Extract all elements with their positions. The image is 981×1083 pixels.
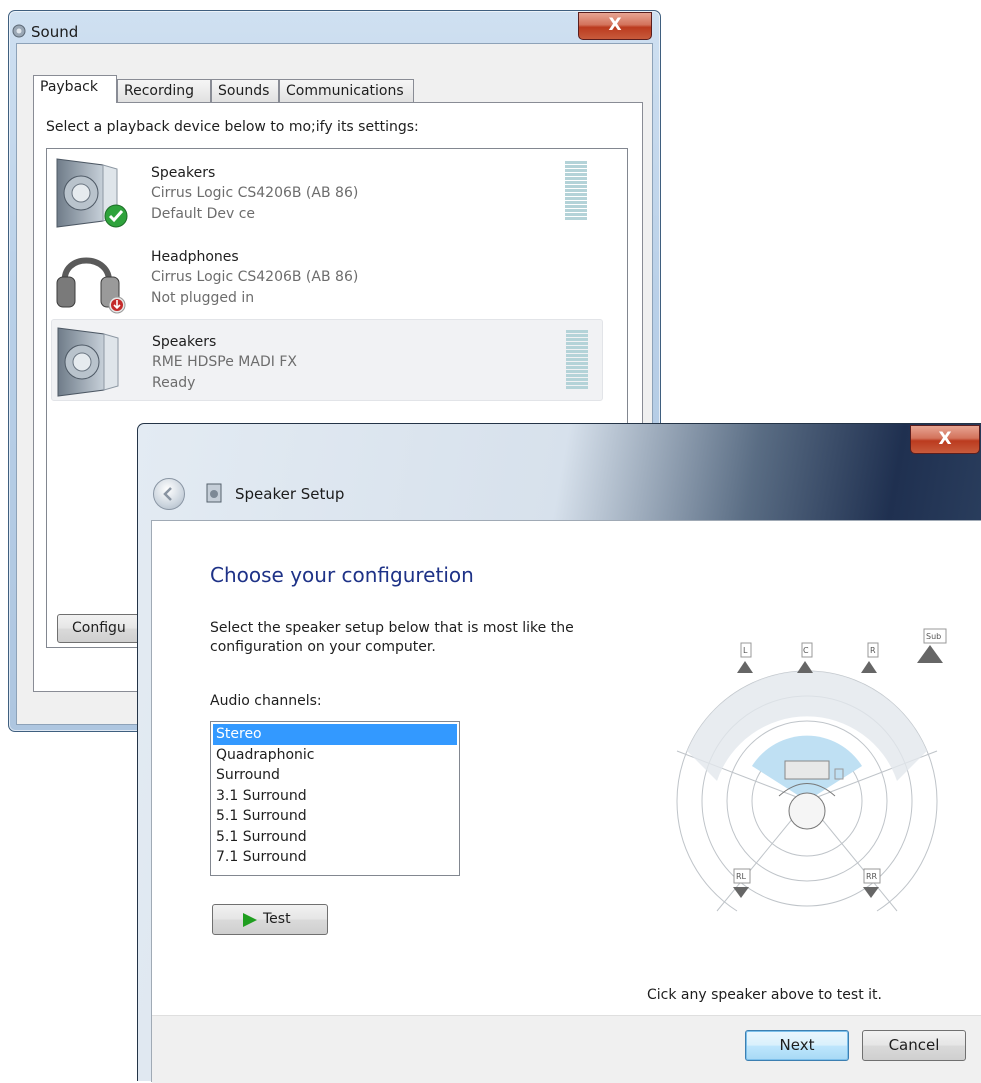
speaker-center[interactable]: C: [797, 642, 813, 673]
tab-playback[interactable]: Payback: [33, 75, 117, 103]
default-check-icon: [104, 204, 128, 228]
channel-option-quadraphonic[interactable]: Quadraphonic: [213, 745, 457, 766]
level-meter: [566, 330, 588, 394]
device-name: Headphones: [151, 249, 239, 265]
speaker-setup-window: X Speaker Setup Choose your configuretio…: [137, 423, 981, 1083]
speaker-label-sub: Sub: [926, 632, 941, 641]
dialog-footer: Next Cancel: [152, 1015, 981, 1083]
sound-app-icon: [12, 24, 26, 38]
audio-channels-list[interactable]: Stereo Quadraphonic Surround 3.1 Surroun…: [210, 721, 460, 876]
tab-sounds[interactable]: Sounds: [211, 79, 279, 102]
channel-option-5-1-surround[interactable]: 5.1 Surround: [213, 806, 457, 827]
window-title: Sound: [31, 23, 79, 41]
device-item-speakers-rme[interactable]: Speakers RME HDSPe MADI FX Ready: [51, 319, 603, 401]
channel-option-5-1-surround-alt[interactable]: 5.1 Surround: [213, 827, 457, 848]
test-button[interactable]: Test: [212, 904, 328, 935]
speaker-setup-icon: [206, 483, 222, 503]
device-name: Speakers: [152, 334, 217, 350]
page-title: Choose your configuretion: [210, 563, 474, 587]
test-label: Test: [263, 911, 291, 927]
device-name: Speakers: [151, 165, 216, 181]
device-status: Not plugged in: [151, 290, 255, 306]
level-meter: [565, 161, 587, 225]
close-button[interactable]: X: [910, 425, 980, 454]
speaker-rear-left[interactable]: RL: [733, 868, 751, 898]
speaker-label-rl: RL: [736, 872, 747, 881]
audio-channels-label: Audio channels:: [210, 693, 322, 709]
cancel-button[interactable]: Cancel: [862, 1030, 966, 1061]
channel-option-7-1-surround[interactable]: 7.1 Surround: [213, 847, 457, 868]
back-button[interactable]: [153, 478, 185, 510]
instruction-text: Select the speaker setup below that is m…: [210, 620, 574, 655]
play-icon: [243, 913, 257, 927]
next-button[interactable]: Next: [745, 1030, 849, 1061]
speaker-rear-right[interactable]: RR: [863, 868, 881, 898]
speaker-front-right[interactable]: R: [861, 642, 879, 673]
speaker-icon: [57, 327, 119, 397]
speaker-label-r: R: [870, 646, 876, 655]
device-driver: Cirrus Logic CS4206B (AB 86): [151, 185, 359, 201]
tab-recording[interactable]: Recording: [117, 79, 211, 102]
back-arrow-icon: [163, 487, 172, 501]
speaker-label-rr: RR: [866, 872, 878, 881]
device-item-speakers-default[interactable]: Speakers Cirrus Logic CS4206B (AB 86) De…: [51, 151, 603, 233]
device-status: Default Dev ce: [151, 206, 256, 222]
speaker-front-left[interactable]: L: [737, 642, 753, 673]
device-status: Ready: [152, 375, 196, 391]
device-item-headphones[interactable]: Headphones Cirrus Logic CS4206B (AB 86) …: [51, 235, 603, 317]
speaker-subwoofer[interactable]: Sub: [917, 628, 947, 663]
device-driver: Cirrus Logic CS4206B (AB 86): [151, 269, 359, 285]
close-button[interactable]: X: [578, 12, 652, 40]
tab-communications[interactable]: Communications: [279, 79, 414, 102]
device-driver: RME HDSPe MADI FX: [152, 354, 297, 370]
speaker-label-c: C: [803, 646, 809, 655]
test-hint-text: Cick any speaker above to test it.: [647, 987, 882, 1003]
channel-option-stereo[interactable]: Stereo: [213, 724, 457, 745]
window-title: Speaker Setup: [235, 485, 345, 503]
channel-option-3-1-surround[interactable]: 3.1 Surround: [213, 786, 457, 807]
unplugged-icon: [108, 296, 126, 314]
channel-option-surround[interactable]: Surround: [213, 765, 457, 786]
speaker-label-l: L: [743, 646, 748, 655]
setup-client-area: Choose your configuretion Select the spe…: [151, 520, 981, 1083]
speaker-diagram: L C R Sub RL RR: [676, 628, 947, 912]
playback-description: Select a playback device below to mo;ify…: [46, 119, 419, 135]
